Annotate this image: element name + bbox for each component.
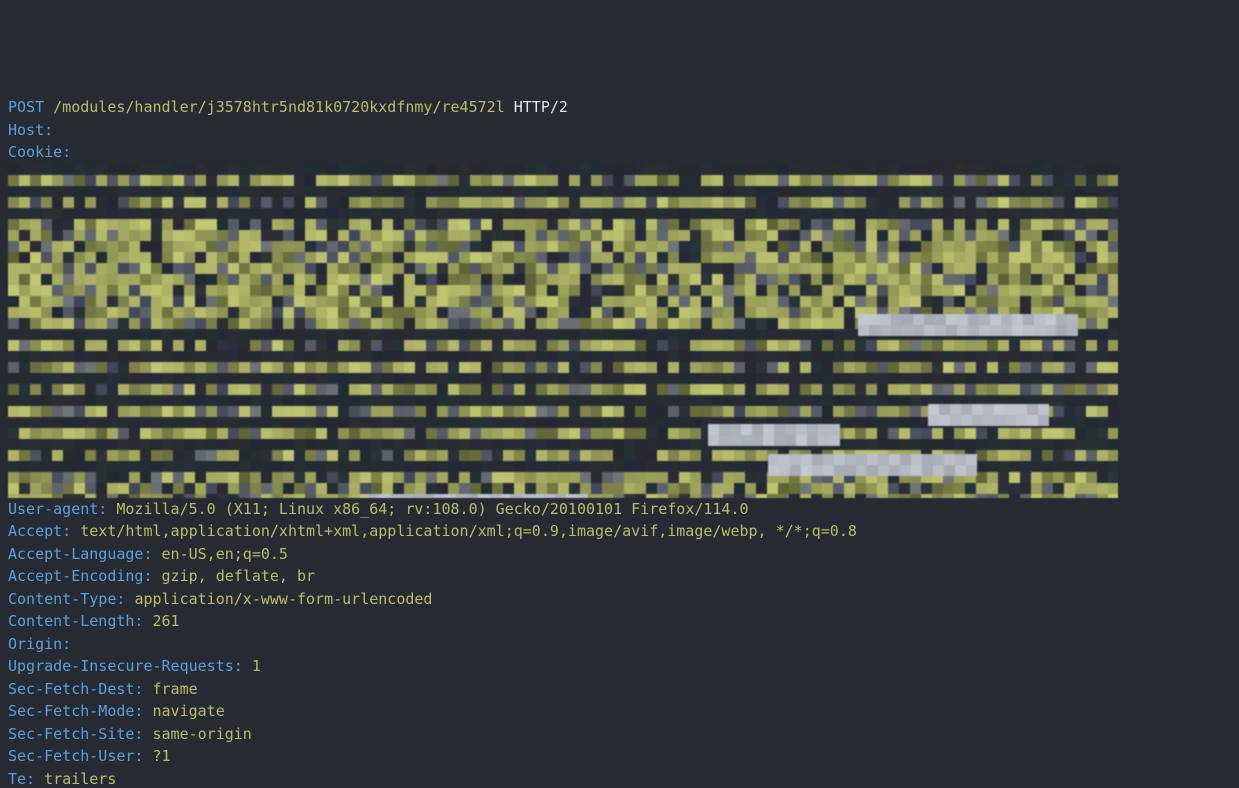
header-uir-value: 1 [252,657,261,675]
header-content-type-value: application/x-www-form-urlencoded [134,590,432,608]
http-method: POST [8,98,44,116]
header-origin-label: Origin: [8,635,71,653]
header-sfu-label: Sec-Fetch-User: [8,747,143,765]
header-sfm-value: navigate [153,702,225,720]
header-accept-value: text/html,application/xhtml+xml,applicat… [80,522,857,540]
header-te-label: Te: [8,770,35,788]
redacted-cookie-block [8,164,1118,498]
http-protocol: HTTP/2 [514,98,568,116]
header-accept-encoding-label: Accept-Encoding: [8,567,153,585]
header-sfd-value: frame [153,680,198,698]
header-accept-language-value: en-US,en;q=0.5 [162,545,288,563]
http-path: /modules/handler/j3578htr5nd81k0720kxdfn… [53,98,505,116]
header-sfm-label: Sec-Fetch-Mode: [8,702,143,720]
header-sfd-label: Sec-Fetch-Dest: [8,680,143,698]
header-user-agent-label: User-agent: [8,500,107,518]
header-content-type-label: Content-Type: [8,590,125,608]
header-sfs-label: Sec-Fetch-Site: [8,725,143,743]
header-accept-label: Accept: [8,522,71,540]
header-uir-label: Upgrade-Insecure-Requests: [8,657,243,675]
header-cookie-label: Cookie: [8,143,71,161]
header-sfu-value: ?1 [153,747,171,765]
header-host-label: Host: [8,121,53,139]
header-user-agent-value: Mozilla/5.0 (X11; Linux x86_64; rv:108.0… [116,500,748,518]
header-accept-encoding-value: gzip, deflate, br [162,567,316,585]
header-sfs-value: same-origin [153,725,252,743]
header-accept-language-label: Accept-Language: [8,545,153,563]
header-content-length-value: 261 [153,612,180,630]
header-te-value: trailers [44,770,116,788]
header-content-length-label: Content-Length: [8,612,143,630]
